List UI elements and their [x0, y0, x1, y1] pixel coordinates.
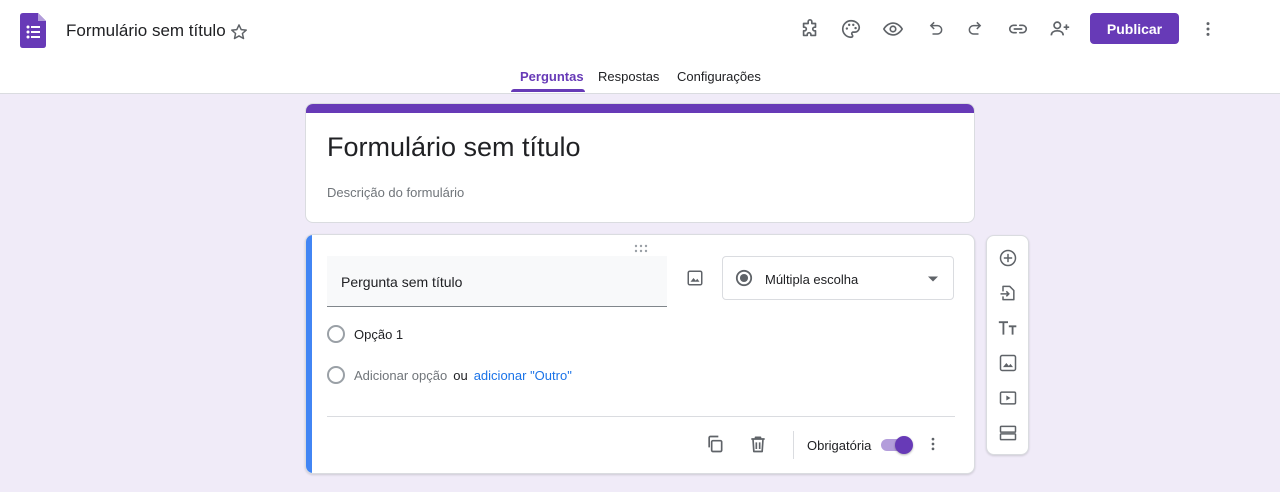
palette-icon[interactable]: [838, 16, 864, 42]
link-icon[interactable]: [1005, 16, 1031, 42]
form-description-field[interactable]: Descrição do formulário: [327, 185, 464, 200]
toggle-thumb: [895, 436, 913, 454]
footer-divider: [327, 416, 955, 417]
form-title[interactable]: Formulário sem título: [327, 132, 581, 163]
forms-logo-icon[interactable]: [20, 13, 46, 48]
import-questions-icon[interactable]: [996, 281, 1020, 305]
required-toggle[interactable]: [879, 436, 913, 454]
question-type-label: Múltipla escolha: [765, 272, 859, 287]
tab-perguntas[interactable]: Perguntas: [520, 69, 584, 84]
active-tab-indicator: [511, 89, 585, 92]
add-section-icon[interactable]: [996, 421, 1020, 445]
question-title-input[interactable]: Pergunta sem título: [327, 256, 667, 307]
required-label: Obrigatória: [807, 438, 872, 453]
tab-configuracoes[interactable]: Configurações: [677, 69, 761, 84]
document-title[interactable]: Formulário sem título: [66, 21, 226, 41]
add-image-icon[interactable]: [683, 266, 707, 290]
chevron-down-icon: [928, 276, 938, 282]
delete-icon[interactable]: [746, 432, 770, 456]
option-radio: [327, 366, 345, 384]
add-question-icon[interactable]: [996, 246, 1020, 270]
preview-icon[interactable]: [880, 16, 906, 42]
puzzle-icon[interactable]: [797, 16, 823, 42]
add-title-icon[interactable]: [996, 316, 1020, 340]
drag-handle-icon[interactable]: [633, 241, 649, 253]
add-video-icon[interactable]: [996, 386, 1020, 410]
tab-bar: Perguntas Respostas Configurações: [0, 60, 1280, 94]
question-type-select[interactable]: Múltipla escolha: [722, 256, 954, 300]
publish-button[interactable]: Publicar: [1090, 13, 1179, 44]
floating-toolbar: [986, 235, 1029, 455]
add-option-row: Adicionar opção ou adicionar "Outro": [327, 365, 572, 385]
undo-icon[interactable]: [922, 16, 948, 42]
star-icon[interactable]: [228, 21, 250, 43]
option-row[interactable]: Opção 1: [327, 324, 403, 344]
question-title-text: Pergunta sem título: [341, 274, 463, 290]
option-label[interactable]: Opção 1: [354, 327, 403, 342]
question-card[interactable]: Pergunta sem título Múltipla escolha Opç…: [305, 234, 975, 474]
radio-type-icon: [735, 269, 753, 287]
active-card-indicator: [306, 235, 312, 473]
duplicate-icon[interactable]: [703, 432, 727, 456]
more-vert-icon[interactable]: [1195, 16, 1221, 42]
add-image-icon[interactable]: [996, 351, 1020, 375]
redo-icon[interactable]: [963, 16, 989, 42]
footer-separator: [793, 431, 794, 459]
or-text: ou: [453, 367, 468, 383]
add-option-link[interactable]: Adicionar opção: [354, 368, 447, 383]
option-radio: [327, 325, 345, 343]
form-title-card: Formulário sem título Descrição do formu…: [305, 103, 975, 223]
card-accent-bar: [306, 104, 974, 113]
add-collaborator-icon[interactable]: [1047, 16, 1073, 42]
top-app-bar: Formulário sem título Publicar Perguntas…: [0, 0, 1280, 94]
tab-respostas[interactable]: Respostas: [598, 69, 659, 84]
add-other-link[interactable]: adicionar "Outro": [474, 368, 572, 383]
more-vert-icon[interactable]: [921, 432, 945, 456]
